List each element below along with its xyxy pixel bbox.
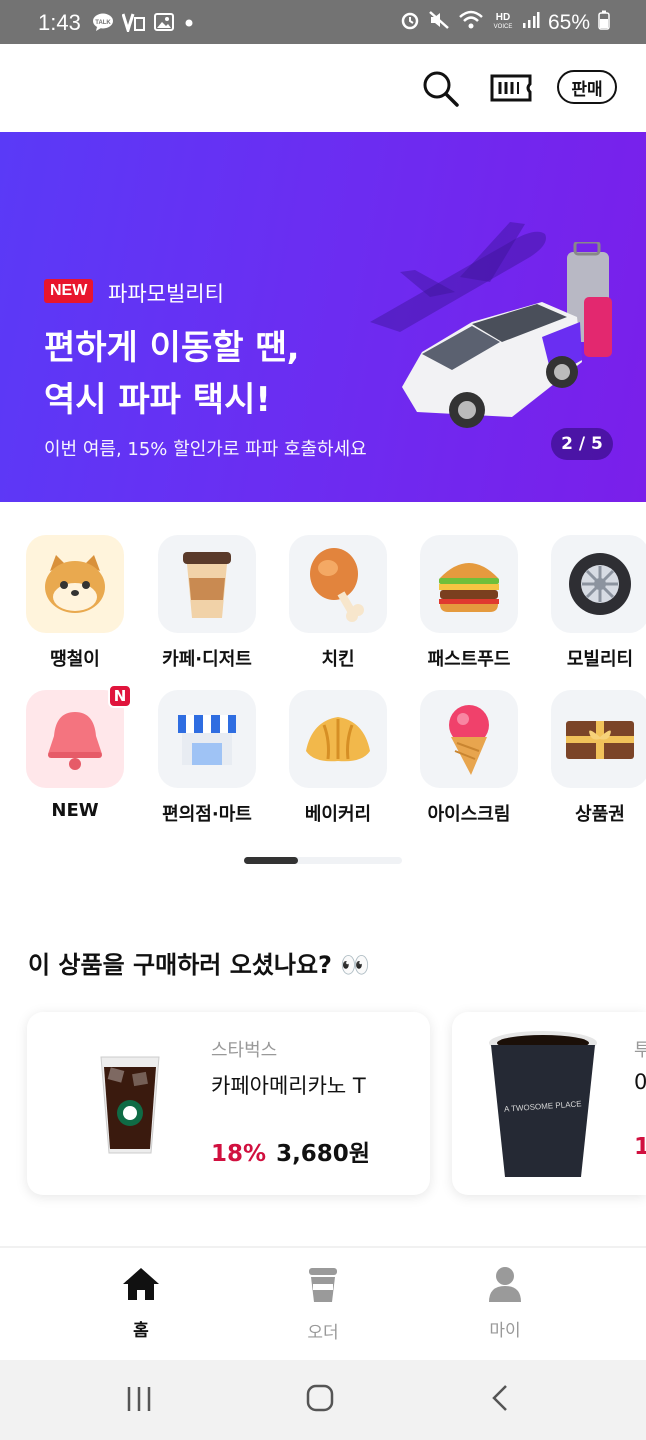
category-item[interactable]: 카페·디저트 xyxy=(147,535,267,671)
person-icon xyxy=(489,1267,521,1302)
status-bar: 1:43 TALK HD VOICE 65% xyxy=(0,0,646,44)
gallery-icon xyxy=(154,13,174,36)
v-icon xyxy=(121,12,146,37)
category-label: 아이스크림 xyxy=(427,804,511,825)
banner-pager: 2 / 5 xyxy=(551,428,613,460)
alarm-icon xyxy=(400,10,420,36)
signal-icon xyxy=(522,11,540,35)
category-label: 상품권 xyxy=(575,804,625,825)
product-price: 18% 3,680원 xyxy=(211,1134,370,1168)
cup-icon xyxy=(309,1268,337,1302)
svg-text:VOICE: VOICE xyxy=(494,24,513,30)
home-icon xyxy=(123,1268,159,1300)
hot-coffee-cup-icon: A TWOSOME PLACE xyxy=(489,1031,597,1177)
search-icon[interactable] xyxy=(420,68,460,112)
system-nav-bar xyxy=(0,1360,646,1440)
product-store: 스타벅스 xyxy=(211,1040,278,1061)
category-item[interactable]: 치킨 xyxy=(278,535,398,671)
nav-home[interactable]: 홈 xyxy=(91,1266,191,1341)
recent-apps-icon[interactable] xyxy=(126,1386,152,1416)
category-item[interactable]: 패스트푸드 xyxy=(409,535,529,671)
bell-icon xyxy=(48,712,102,770)
category-label: NEW xyxy=(51,800,99,821)
status-time: 1:43 xyxy=(38,10,81,35)
product-discount: 1 xyxy=(634,1134,646,1160)
svg-text:HD: HD xyxy=(496,12,510,23)
nav-label: 마이 xyxy=(489,1321,521,1341)
category-item[interactable]: 모빌리티 xyxy=(540,535,646,671)
category-item[interactable]: 아이스크림 xyxy=(409,690,529,826)
nav-my[interactable]: 마이 xyxy=(455,1266,555,1341)
svg-text:TALK: TALK xyxy=(95,20,111,26)
category-label: 편의점·마트 xyxy=(162,804,252,825)
taxi-illustration xyxy=(402,242,612,428)
banner-brand: 파파모빌리티 xyxy=(108,282,224,306)
ticket-icon[interactable] xyxy=(490,72,532,108)
dot-icon xyxy=(182,13,196,36)
category-label: 치킨 xyxy=(321,649,355,670)
category-label: 모빌리티 xyxy=(566,649,634,670)
nav-label: 홈 xyxy=(133,1321,149,1341)
sell-button[interactable]: 판매 xyxy=(557,70,617,104)
promo-banner[interactable]: NEW 파파모빌리티 편하게 이동할 땐, 역시 파파 택시! 이번 여름, 1… xyxy=(0,132,646,502)
product-price: 1 xyxy=(634,1134,646,1160)
product-discount: 18% xyxy=(211,1141,267,1167)
tire-icon xyxy=(569,553,631,615)
ice-cream-icon xyxy=(449,705,489,775)
battery-text: 65% xyxy=(547,11,590,34)
nav-label: 오더 xyxy=(307,1323,339,1343)
category-label: 베이커리 xyxy=(304,804,372,825)
battery-icon xyxy=(598,10,610,36)
burger-icon xyxy=(439,563,499,612)
mute-icon xyxy=(428,10,450,36)
talk-icon: TALK xyxy=(92,13,114,36)
category-item[interactable]: 베이커리 xyxy=(278,690,398,826)
category-label: 땡철이 xyxy=(50,649,100,670)
back-icon[interactable] xyxy=(490,1384,510,1416)
product-name: 카페아메리카노 T xyxy=(211,1074,366,1098)
category-item[interactable]: 편의점·마트 xyxy=(147,690,267,826)
banner-subtext: 이번 여름, 15% 할인가로 파파 호출하세요 xyxy=(44,439,367,460)
recommend-title: 이 상품을 구매하러 오셨나요? 👀 xyxy=(28,951,371,979)
category-item[interactable]: 상품권 xyxy=(540,690,646,826)
new-badge: NEW xyxy=(44,279,94,303)
nav-order[interactable]: 오더 xyxy=(273,1266,373,1343)
product-card[interactable]: A TWOSOME PLACE 투 0 1 xyxy=(452,1012,646,1195)
category-item[interactable]: N NEW xyxy=(15,684,135,821)
category-label: 패스트푸드 xyxy=(427,649,511,670)
top-bar: 판매 xyxy=(0,44,646,132)
category-scroll-indicator xyxy=(244,857,402,864)
product-name: 0 xyxy=(634,1070,646,1094)
product-price-value: 3,680원 xyxy=(276,1141,370,1167)
wifi-icon xyxy=(458,10,484,36)
product-image xyxy=(65,1032,195,1175)
new-notification-badge: N xyxy=(108,684,132,708)
coffee-cup-icon xyxy=(183,552,231,618)
chicken-leg-icon xyxy=(310,548,364,622)
home-system-icon[interactable] xyxy=(306,1384,334,1416)
product-image: A TWOSOME PLACE xyxy=(480,1024,606,1186)
category-scroll-thumb xyxy=(244,857,298,864)
store-icon xyxy=(178,715,236,765)
category-label: 카페·디저트 xyxy=(162,649,252,670)
croissant-icon xyxy=(306,717,370,762)
gift-box-icon xyxy=(566,721,634,759)
iced-coffee-icon xyxy=(100,1056,160,1153)
hd-voice-icon: HD VOICE xyxy=(492,10,514,36)
banner-headline: 편하게 이동할 땐, 역시 파파 택시! xyxy=(44,328,300,420)
bottom-nav: 홈 오더 마이 xyxy=(0,1246,646,1360)
category-item[interactable]: 땡철이 xyxy=(15,535,135,671)
product-store: 투 xyxy=(634,1040,646,1061)
product-card[interactable]: 스타벅스 카페아메리카노 T 18% 3,680원 xyxy=(27,1012,430,1195)
hamster-face-icon xyxy=(45,555,105,613)
